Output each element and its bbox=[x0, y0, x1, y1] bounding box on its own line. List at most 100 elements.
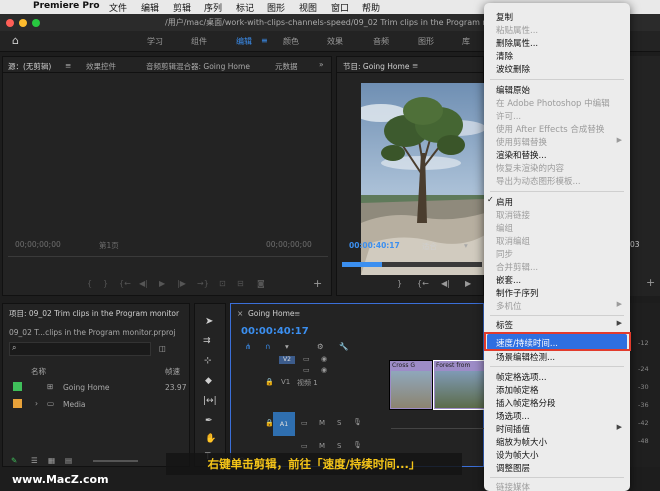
menu-item-scale-to-frame-size[interactable]: 缩放为帧大小 bbox=[496, 436, 547, 448]
step-forward-icon[interactable]: |▶ bbox=[177, 279, 186, 288]
menu-item-insert-frame-hold-segment[interactable]: 插入帧定格分段 bbox=[496, 397, 556, 409]
app-menu[interactable]: Premiere Pro bbox=[33, 1, 100, 11]
menu-edit[interactable]: 编辑 bbox=[141, 1, 159, 14]
menu-item-replace-with-clip[interactable]: 使用剪辑替换 bbox=[496, 136, 547, 148]
menu-item-group[interactable]: 编组 bbox=[496, 222, 513, 234]
pen-tool-icon[interactable]: ✒ bbox=[205, 416, 213, 426]
insert-icon[interactable]: ⊡ bbox=[219, 279, 226, 288]
column-frame-rate[interactable]: 帧速 bbox=[165, 366, 180, 377]
workspace-audio[interactable]: 音频 bbox=[373, 36, 389, 47]
panel-menu-icon[interactable]: ≡ bbox=[294, 309, 300, 318]
menu-item-label[interactable]: 标签 bbox=[496, 319, 513, 331]
icon-view-icon[interactable]: ▦ bbox=[48, 456, 55, 465]
minimize-window-button[interactable] bbox=[19, 19, 27, 27]
mute-track-button[interactable]: M bbox=[319, 419, 325, 427]
ripple-edit-tool-icon[interactable]: ⊹ bbox=[204, 356, 212, 366]
eye-icon[interactable]: ◉ bbox=[321, 366, 327, 374]
track-target-a1[interactable]: A1 bbox=[273, 412, 295, 436]
microphone-icon[interactable]: 🎙 bbox=[353, 441, 362, 449]
project-item-name[interactable]: Going Home bbox=[63, 383, 110, 392]
menu-item-enable[interactable]: 启用 bbox=[496, 196, 513, 208]
close-icon[interactable]: × bbox=[237, 309, 243, 318]
menu-help[interactable]: 帮助 bbox=[362, 1, 380, 14]
panel-menu-icon[interactable]: ≡ bbox=[65, 61, 71, 70]
menu-item-render-and-replace[interactable]: 渲染和替换... bbox=[496, 149, 547, 161]
menu-item-multi-camera[interactable]: 多机位 bbox=[496, 300, 522, 312]
menu-item-edit-in-photoshop[interactable]: 在 Adobe Photoshop 中编辑 bbox=[496, 97, 610, 109]
solo-track-button[interactable]: S bbox=[337, 442, 341, 450]
selection-tool-icon[interactable]: ➤ bbox=[205, 316, 213, 327]
menu-view[interactable]: 视图 bbox=[299, 1, 317, 14]
menu-item-merge-clips[interactable]: 合并剪辑... bbox=[496, 261, 538, 273]
mute-track-button[interactable]: M bbox=[319, 442, 325, 450]
menu-item-restore-unrendered[interactable]: 恢复未渲染的内容 bbox=[496, 162, 564, 174]
track-select-tool-icon[interactable]: ⇉ bbox=[203, 336, 211, 346]
menu-item-paste-attributes[interactable]: 粘贴属性... bbox=[496, 24, 538, 36]
overwrite-icon[interactable]: ⊟ bbox=[237, 279, 244, 288]
menu-item-set-to-frame-size[interactable]: 设为帧大小 bbox=[496, 449, 539, 461]
step-back-icon[interactable]: ◀| bbox=[139, 279, 148, 288]
panel-overflow-icon[interactable]: » bbox=[319, 60, 324, 69]
fit-dropdown[interactable]: 适合 bbox=[422, 241, 437, 252]
menu-item-add-frame-hold[interactable]: 添加帧定格 bbox=[496, 384, 539, 396]
slip-tool-icon[interactable]: |↔| bbox=[203, 396, 217, 406]
step-back-icon[interactable]: ◀| bbox=[441, 279, 450, 288]
hand-tool-icon[interactable]: ✋ bbox=[205, 434, 216, 444]
menu-item-ungroup[interactable]: 取消编组 bbox=[496, 235, 530, 247]
menu-item-adjustment-layer[interactable]: 调整图层 bbox=[496, 462, 530, 474]
menu-sequence[interactable]: 序列 bbox=[204, 1, 222, 14]
workspace-libraries[interactable]: 库 bbox=[462, 36, 470, 47]
menu-item-scene-edit-detection[interactable]: 场景编辑检测... bbox=[496, 351, 555, 363]
play-icon[interactable]: ▶ bbox=[465, 279, 471, 288]
razor-tool-icon[interactable]: ◆ bbox=[205, 376, 212, 386]
zoom-slider[interactable] bbox=[93, 460, 138, 462]
menu-item-export-mogrt[interactable]: 导出为动态图形模板... bbox=[496, 175, 581, 187]
menu-item-copy[interactable]: 复制 bbox=[496, 11, 513, 23]
list-view-icon[interactable]: ☰ bbox=[31, 456, 38, 465]
workspace-color[interactable]: 颜色 bbox=[283, 36, 299, 47]
microphone-icon[interactable]: 🎙 bbox=[353, 418, 362, 426]
home-icon[interactable]: ⌂ bbox=[12, 34, 19, 47]
new-bin-icon[interactable]: ◫ bbox=[159, 344, 166, 353]
snap-icon[interactable]: ⋔ bbox=[245, 342, 251, 351]
play-icon[interactable]: ▶ bbox=[159, 279, 165, 288]
menu-graphics[interactable]: 图形 bbox=[267, 1, 285, 14]
menu-window[interactable]: 窗口 bbox=[331, 1, 349, 14]
menu-item-ripple-delete[interactable]: 波纹删除 bbox=[496, 63, 530, 75]
timeline-settings-icon[interactable]: ⚙ bbox=[317, 342, 324, 351]
toggle-sync-lock-icon[interactable]: ▭ bbox=[301, 419, 308, 427]
menu-item-edit-original[interactable]: 编辑原始 bbox=[496, 84, 530, 96]
workspace-assembly[interactable]: 组件 bbox=[191, 36, 207, 47]
menu-item-unlink[interactable]: 取消链接 bbox=[496, 209, 530, 221]
menu-item-synchronize[interactable]: 同步 bbox=[496, 248, 513, 260]
go-to-out-icon[interactable]: →} bbox=[197, 279, 209, 288]
add-marker-icon[interactable]: ▾ bbox=[285, 342, 289, 351]
solo-track-button[interactable]: S bbox=[337, 419, 341, 427]
tab-sequence[interactable]: Going Home bbox=[248, 309, 295, 318]
menu-item-link-media[interactable]: 链接媒体 bbox=[496, 481, 530, 491]
timeline-timecode[interactable]: 00:00:40:17 bbox=[241, 326, 309, 337]
lock-icon[interactable]: 🔒 bbox=[265, 378, 274, 386]
menu-item-license[interactable]: 许可... bbox=[496, 110, 521, 122]
go-to-in-icon[interactable]: {← bbox=[119, 279, 131, 288]
wrench-icon[interactable]: 🔧 bbox=[339, 342, 348, 351]
mark-out-icon[interactable]: } bbox=[103, 279, 108, 288]
track-label-v1[interactable]: V1 bbox=[281, 378, 290, 386]
menu-clip[interactable]: 剪辑 bbox=[173, 1, 191, 14]
tab-metadata[interactable]: 元数据 bbox=[275, 61, 298, 72]
toggle-sync-lock-icon[interactable]: ▭ bbox=[303, 355, 310, 363]
eye-icon[interactable]: ◉ bbox=[321, 355, 327, 363]
menu-marker[interactable]: 标记 bbox=[236, 1, 254, 14]
panel-menu-icon[interactable]: ≡ bbox=[412, 61, 418, 70]
workspace-menu-icon[interactable]: ≡ bbox=[261, 36, 268, 45]
add-button-icon[interactable]: + bbox=[646, 276, 655, 289]
timeline-clip[interactable]: Cross G bbox=[389, 360, 433, 410]
lock-icon[interactable]: 🔒 bbox=[265, 419, 274, 427]
freeform-view-icon[interactable]: ▤ bbox=[65, 456, 72, 465]
tab-effect-controls[interactable]: 效果控件 bbox=[86, 61, 116, 72]
mark-in-icon[interactable]: { bbox=[87, 279, 92, 288]
column-name[interactable]: 名称 bbox=[31, 366, 46, 377]
program-timecode[interactable]: 00:00:40:17 bbox=[349, 241, 400, 250]
menu-file[interactable]: 文件 bbox=[109, 1, 127, 14]
workspace-effects[interactable]: 效果 bbox=[327, 36, 343, 47]
